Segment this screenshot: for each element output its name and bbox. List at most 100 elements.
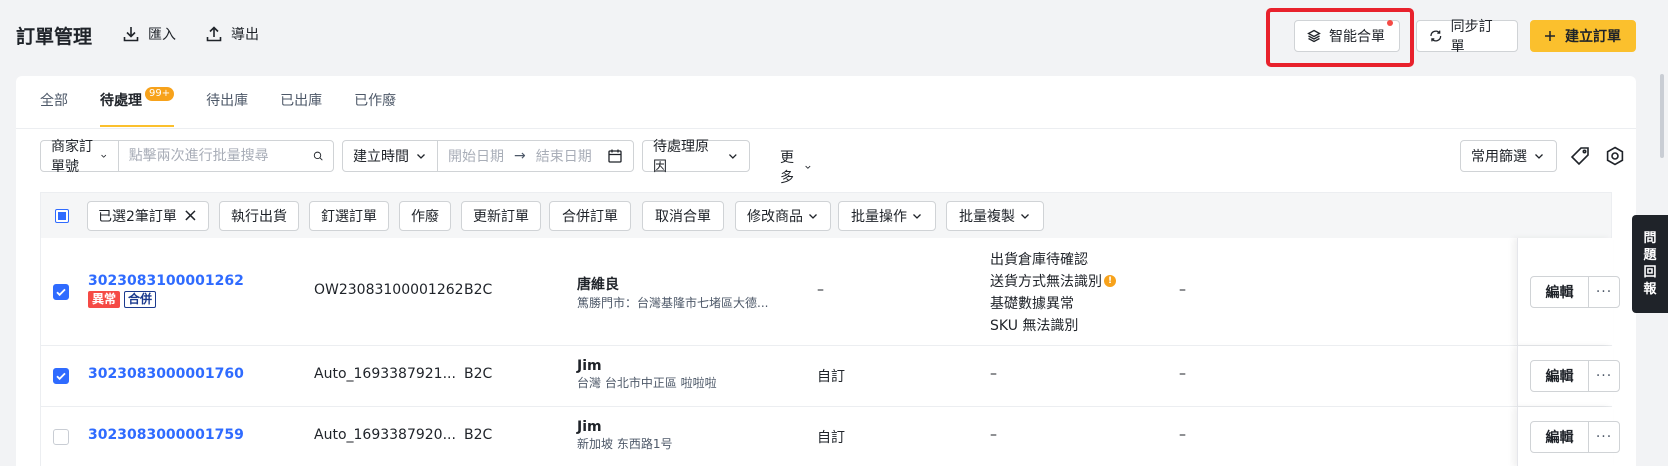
tab-shipped[interactable]: 已出庫 [280,90,322,122]
recipient-address: 新加坡 东西路1号 [577,437,673,451]
edit-button[interactable]: 編輯 [1531,422,1589,452]
tab-pending[interactable]: 待處理 99+ [100,87,175,127]
order-type: B2C [464,366,493,382]
merge-order-button[interactable]: 合併訂單 [549,201,631,231]
date-field-select[interactable]: 建立時間 [343,141,438,171]
edit-button[interactable]: 編輯 [1531,277,1589,307]
order-number-link[interactable]: 3023083000001760 [88,366,244,382]
chevron-down-icon [101,154,107,158]
start-date-input[interactable]: 開始日期 [438,141,504,171]
pending-reason: – [990,427,997,443]
row-checkbox[interactable] [53,429,69,445]
tag-icon[interactable] [1569,145,1591,167]
pending-reason-select[interactable]: 待處理原因 [642,139,750,175]
actions-column: 編輯 ··· [1517,407,1620,466]
selected-count-label: 已選2筆訂單 [98,209,177,225]
batch-copy-dropdown[interactable]: 批量複製 [946,201,1044,231]
tab-label: 待出庫 [206,93,249,109]
recipient-name: Jim [577,419,602,435]
merchant-field-select[interactable]: 商家訂單號 [41,139,119,175]
abnormal-badge: 異常 [88,291,121,308]
import-label: 匯入 [148,27,176,43]
tab-label: 待處理 [100,93,142,109]
modify-goods-dropdown[interactable]: 修改商品 [735,201,831,231]
dropdown-label: 修改商品 [747,209,803,225]
feedback-tab[interactable]: 問 題 回 報 [1632,215,1668,313]
check-icon [56,288,66,297]
recipient-address: 台灣 台北市中正區 啦啦啦 [577,376,717,390]
end-date-input[interactable]: 結束日期 [536,141,607,171]
row-checkbox[interactable] [53,284,69,300]
dropdown-label: 批量複製 [959,209,1015,225]
reason-text: 送貨方式無法識別 [990,274,1102,290]
more-filters-button[interactable]: 更多 [780,147,812,187]
reason-item: SKU 無法識別 [990,318,1079,334]
page-title: 訂單管理 [16,26,93,48]
settings-icon[interactable] [1604,145,1626,167]
order-number-link[interactable]: 3023083100001262 [88,273,244,289]
batch-operation-dropdown[interactable]: 批量操作 [838,201,936,231]
extra-info: – [1179,282,1186,298]
tab-all[interactable]: 全部 [40,90,68,122]
select-label: 商家訂單號 [51,139,93,175]
close-icon[interactable]: × [183,207,198,225]
select-all-checkbox[interactable] [55,209,69,223]
tab-label: 已出庫 [280,93,323,109]
selected-count-chip: 已選2筆訂單 × [87,201,209,231]
platform-order-number: Auto_1693387920... [314,427,456,443]
extra-info: – [1179,366,1186,382]
download-icon [123,27,139,42]
refresh-icon [1430,30,1442,42]
export-button[interactable]: 導出 [205,24,259,44]
platform-order-number: Auto_1693387921... [314,366,456,382]
date-range-group: 建立時間 開始日期 → 結束日期 [342,140,634,172]
select-label: 常用篩選 [1471,149,1527,165]
row-actions: 編輯 ··· [1530,360,1620,392]
orders-panel: 全部 待處理99+ 待出庫 已出庫 已作廢 商家訂單號 建立時間 開始日期 → … [16,76,1636,466]
pin-order-button[interactable]: 釘選訂單 [309,201,389,231]
order-number-link[interactable]: 3023083000001759 [88,427,244,443]
update-order-button[interactable]: 更新訂單 [461,201,541,231]
recipient-name: Jim [577,358,602,374]
search-icon[interactable] [313,148,323,164]
feedback-char: 回 [1643,265,1657,280]
pending-reasons: 出貨倉庫待確認 送貨方式無法識別! 基礎數據異常 SKU 無法識別 [990,248,1116,336]
common-filter-select[interactable]: 常用篩選 [1460,140,1557,172]
chevron-down-icon [729,154,738,159]
tab-label: 全部 [40,93,68,109]
void-button[interactable]: 作廢 [399,201,451,231]
import-button[interactable]: 匯入 [122,24,176,44]
create-order-button[interactable]: 建立訂單 [1530,20,1636,52]
actions-column: 編輯 ··· [1517,346,1620,406]
dropdown-label: 批量操作 [851,209,907,225]
more-actions-button[interactable]: ··· [1589,277,1619,307]
cancel-merge-button[interactable]: 取消合單 [642,201,724,231]
recipient-address: 篤勝門市：台灣基隆市七堵區大德... [577,296,769,310]
page-scrollbar[interactable] [1660,74,1664,158]
chevron-down-icon [913,214,921,219]
select-label: 待處理原因 [653,139,709,175]
date-range-arrow: → [514,148,526,164]
ship-button[interactable]: 執行出貨 [219,201,299,231]
layers-icon [1307,29,1321,43]
more-actions-button[interactable]: ··· [1589,422,1619,452]
tab-label: 已作廢 [354,93,397,109]
chevron-down-icon [1021,214,1029,219]
row-checkbox[interactable] [53,368,69,384]
tab-awaiting-shipment[interactable]: 待出庫 [206,90,248,122]
sync-label: 同步訂單 [1450,19,1493,55]
order-source: 自訂 [817,430,845,446]
edit-button[interactable]: 編輯 [1531,361,1589,391]
smart-merge-button[interactable]: 智能合單 [1294,20,1400,52]
row-actions: 編輯 ··· [1530,276,1620,308]
more-actions-button[interactable]: ··· [1589,361,1619,391]
info-icon[interactable]: ! [1104,275,1116,287]
tab-voided[interactable]: 已作廢 [354,90,396,122]
table-row: 3023083000001759 Auto_1693387920... B2C … [40,407,1620,466]
batch-search-input[interactable] [118,141,313,171]
merged-badge: 合併 [124,291,157,308]
notification-dot [1387,20,1393,26]
order-source: 自訂 [817,369,845,385]
bulk-action-bar: 已選2筆訂單 × 執行出貨 釘選訂單 作廢 更新訂單 合併訂單 取消合單 修改商… [40,192,1612,238]
sync-orders-button[interactable]: 同步訂單 [1416,19,1518,55]
